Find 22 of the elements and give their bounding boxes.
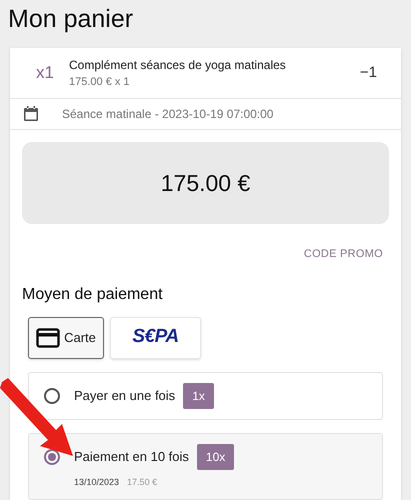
- quantity-label: x1: [36, 62, 55, 84]
- card-method-button[interactable]: Carte: [28, 316, 104, 358]
- sepa-method-button[interactable]: S€PA: [110, 316, 201, 358]
- installment-date: 13/10/2023: [74, 476, 120, 488]
- remove-button[interactable]: −1: [360, 62, 377, 84]
- option-label: Payer en une fois: [74, 386, 176, 405]
- item-name: Complément séances de yoga matinales: [69, 56, 287, 74]
- promo-code-button[interactable]: CODE PROMO: [304, 242, 383, 266]
- payment-option[interactable]: Payer en une fois 1x: [28, 372, 383, 420]
- session-label: Séance matinale - 2023-10-19 07:00:00: [62, 106, 274, 124]
- page-title: Mon panier: [7, 4, 134, 35]
- payment-heading: Moyen de paiement: [22, 284, 164, 304]
- item-price: 175.00 € x 1: [69, 74, 131, 90]
- installment-badge: 1x: [183, 382, 214, 408]
- credit-card-icon: [36, 328, 60, 348]
- total-amount: 175.00 €: [160, 168, 250, 198]
- payment-option[interactable]: Paiement en 10 fois 10x 13/10/2023 17.50 €: [28, 432, 383, 500]
- radio-button[interactable]: [44, 388, 60, 404]
- calendar-icon: [22, 105, 40, 124]
- installment-badge: 10x: [196, 444, 234, 470]
- option-label: Paiement en 10 fois: [74, 448, 189, 466]
- installment-amount: 17.50 €: [127, 476, 158, 488]
